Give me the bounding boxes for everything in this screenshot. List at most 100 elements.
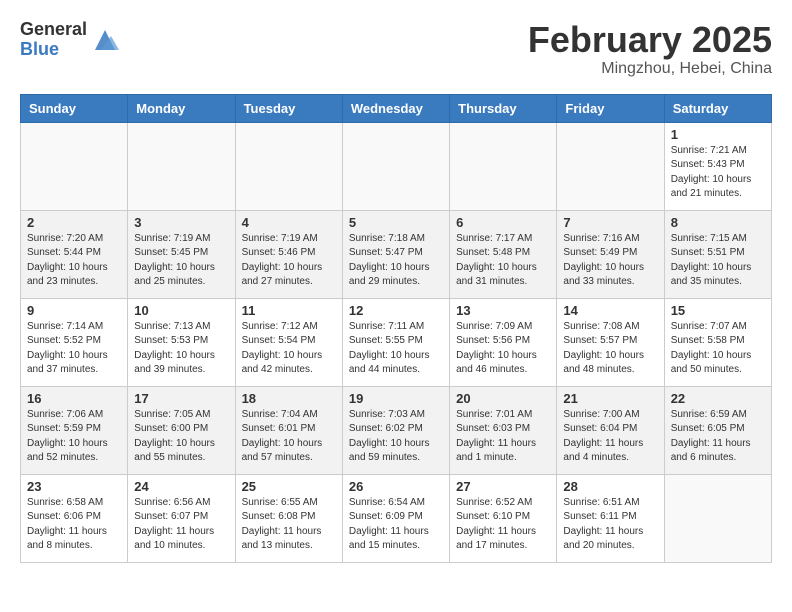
day-info: Sunrise: 7:13 AM Sunset: 5:53 PM Dayligh… [134,320,228,378]
day-info: Sunrise: 7:16 AM Sunset: 5:49 PM Dayligh… [563,232,657,290]
day-info: Sunrise: 7:18 AM Sunset: 5:47 PM Dayligh… [349,232,443,290]
calendar-cell: 6 Sunrise: 7:17 AM Sunset: 5:48 PM Daylig… [450,210,557,298]
day-number: 7 [563,215,657,230]
logo: General Blue [20,20,119,60]
calendar-cell: 26Sunrise: 6:54 AM Sunset: 6:09 PM Dayli… [342,474,449,562]
calendar-cell: 16 Sunrise: 7:06 AM Sunset: 5:59 PM Dayli… [21,386,128,474]
day-info: Sunrise: 7:01 AM Sunset: 6:03 PM Dayligh… [456,408,550,466]
day-number: 10 [134,303,228,318]
day-number: 14 [563,303,657,318]
day-number: 8 [671,215,765,230]
day-info: Sunrise: 6:55 AM Sunset: 6:08 PM Dayligh… [242,496,336,554]
logo-general: General [20,20,87,40]
calendar-cell: 23 Sunrise: 6:58 AM Sunset: 6:06 PM Dayli… [21,474,128,562]
day-info: Sunrise: 7:12 AM Sunset: 5:54 PM Dayligh… [242,320,336,378]
day-number: 27 [456,479,550,494]
calendar-cell: 4 Sunrise: 7:19 AM Sunset: 5:46 PM Daylig… [235,210,342,298]
day-number: 21 [563,391,657,406]
day-number: 11 [242,303,336,318]
day-number: 22 [671,391,765,406]
day-number: 23 [27,479,121,494]
calendar-cell [128,122,235,210]
day-info: Sunrise: 7:08 AM Sunset: 5:57 PM Dayligh… [563,320,657,378]
weekday-header-monday: Monday [128,94,235,122]
day-info: Sunrise: 7:20 AM Sunset: 5:44 PM Dayligh… [27,232,121,290]
day-info: Sunrise: 7:06 AM Sunset: 5:59 PM Dayligh… [27,408,121,466]
month-title: February 2025 [528,20,772,60]
day-number: 5 [349,215,443,230]
calendar-cell: 10 Sunrise: 7:13 AM Sunset: 5:53 PM Dayli… [128,298,235,386]
day-info: Sunrise: 7:05 AM Sunset: 6:00 PM Dayligh… [134,408,228,466]
calendar-week-row: 2Sunrise: 7:20 AM Sunset: 5:44 PM Daylig… [21,210,772,298]
day-info: Sunrise: 7:04 AM Sunset: 6:01 PM Dayligh… [242,408,336,466]
weekday-header-sunday: Sunday [21,94,128,122]
day-info: Sunrise: 7:15 AM Sunset: 5:51 PM Dayligh… [671,232,765,290]
calendar: SundayMondayTuesdayWednesdayThursdayFrid… [20,94,772,563]
weekday-header-saturday: Saturday [664,94,771,122]
day-info: Sunrise: 7:07 AM Sunset: 5:58 PM Dayligh… [671,320,765,378]
day-info: Sunrise: 7:17 AM Sunset: 5:48 PM Dayligh… [456,232,550,290]
calendar-cell [450,122,557,210]
weekday-header-thursday: Thursday [450,94,557,122]
calendar-cell [342,122,449,210]
day-number: 17 [134,391,228,406]
calendar-cell: 17 Sunrise: 7:05 AM Sunset: 6:00 PM Dayli… [128,386,235,474]
day-info: Sunrise: 7:11 AM Sunset: 5:55 PM Dayligh… [349,320,443,378]
page-header: General Blue February 2025 Mingzhou, Heb… [20,20,772,78]
logo-icon [91,26,119,54]
weekday-header-friday: Friday [557,94,664,122]
location: Mingzhou, Hebei, China [528,60,772,78]
calendar-cell: 2Sunrise: 7:20 AM Sunset: 5:44 PM Daylig… [21,210,128,298]
day-number: 16 [27,391,121,406]
calendar-cell: 15 Sunrise: 7:07 AM Sunset: 5:58 PM Dayli… [664,298,771,386]
calendar-cell: 7 Sunrise: 7:16 AM Sunset: 5:49 PM Daylig… [557,210,664,298]
day-info: Sunrise: 6:56 AM Sunset: 6:07 PM Dayligh… [134,496,228,554]
calendar-cell: 5 Sunrise: 7:18 AM Sunset: 5:47 PM Daylig… [342,210,449,298]
day-number: 18 [242,391,336,406]
calendar-cell: 3Sunrise: 7:19 AM Sunset: 5:45 PM Daylig… [128,210,235,298]
calendar-week-row: 23 Sunrise: 6:58 AM Sunset: 6:06 PM Dayli… [21,474,772,562]
day-info: Sunrise: 7:00 AM Sunset: 6:04 PM Dayligh… [563,408,657,466]
day-number: 13 [456,303,550,318]
calendar-cell: 22 Sunrise: 6:59 AM Sunset: 6:05 PM Dayli… [664,386,771,474]
weekday-header-row: SundayMondayTuesdayWednesdayThursdayFrid… [21,94,772,122]
day-number: 26 [349,479,443,494]
day-number: 15 [671,303,765,318]
calendar-week-row: 1Sunrise: 7:21 AM Sunset: 5:43 PM Daylig… [21,122,772,210]
calendar-cell: 27 Sunrise: 6:52 AM Sunset: 6:10 PM Dayli… [450,474,557,562]
calendar-cell: 9 Sunrise: 7:14 AM Sunset: 5:52 PM Daylig… [21,298,128,386]
calendar-cell: 20Sunrise: 7:01 AM Sunset: 6:03 PM Dayli… [450,386,557,474]
day-number: 9 [27,303,121,318]
day-info: Sunrise: 7:14 AM Sunset: 5:52 PM Dayligh… [27,320,121,378]
day-info: Sunrise: 6:51 AM Sunset: 6:11 PM Dayligh… [563,496,657,554]
day-number: 24 [134,479,228,494]
day-info: Sunrise: 6:52 AM Sunset: 6:10 PM Dayligh… [456,496,550,554]
day-info: Sunrise: 7:03 AM Sunset: 6:02 PM Dayligh… [349,408,443,466]
calendar-week-row: 9 Sunrise: 7:14 AM Sunset: 5:52 PM Daylig… [21,298,772,386]
day-number: 25 [242,479,336,494]
calendar-cell: 11 Sunrise: 7:12 AM Sunset: 5:54 PM Dayli… [235,298,342,386]
day-info: Sunrise: 7:19 AM Sunset: 5:46 PM Dayligh… [242,232,336,290]
calendar-cell: 8 Sunrise: 7:15 AM Sunset: 5:51 PM Daylig… [664,210,771,298]
calendar-cell: 18 Sunrise: 7:04 AM Sunset: 6:01 PM Dayli… [235,386,342,474]
calendar-cell: 21 Sunrise: 7:00 AM Sunset: 6:04 PM Dayli… [557,386,664,474]
calendar-cell: 24 Sunrise: 6:56 AM Sunset: 6:07 PM Dayli… [128,474,235,562]
day-number: 12 [349,303,443,318]
calendar-cell [235,122,342,210]
day-info: Sunrise: 7:09 AM Sunset: 5:56 PM Dayligh… [456,320,550,378]
calendar-cell [664,474,771,562]
calendar-cell [21,122,128,210]
day-info: Sunrise: 6:59 AM Sunset: 6:05 PM Dayligh… [671,408,765,466]
day-number: 19 [349,391,443,406]
day-number: 1 [671,127,765,142]
weekday-header-tuesday: Tuesday [235,94,342,122]
day-number: 6 [456,215,550,230]
calendar-week-row: 16 Sunrise: 7:06 AM Sunset: 5:59 PM Dayli… [21,386,772,474]
calendar-cell: 1Sunrise: 7:21 AM Sunset: 5:43 PM Daylig… [664,122,771,210]
day-info: Sunrise: 6:58 AM Sunset: 6:06 PM Dayligh… [27,496,121,554]
day-number: 4 [242,215,336,230]
title-area: February 2025 Mingzhou, Hebei, China [528,20,772,78]
logo-text: General Blue [20,20,87,60]
day-number: 3 [134,215,228,230]
calendar-cell [557,122,664,210]
